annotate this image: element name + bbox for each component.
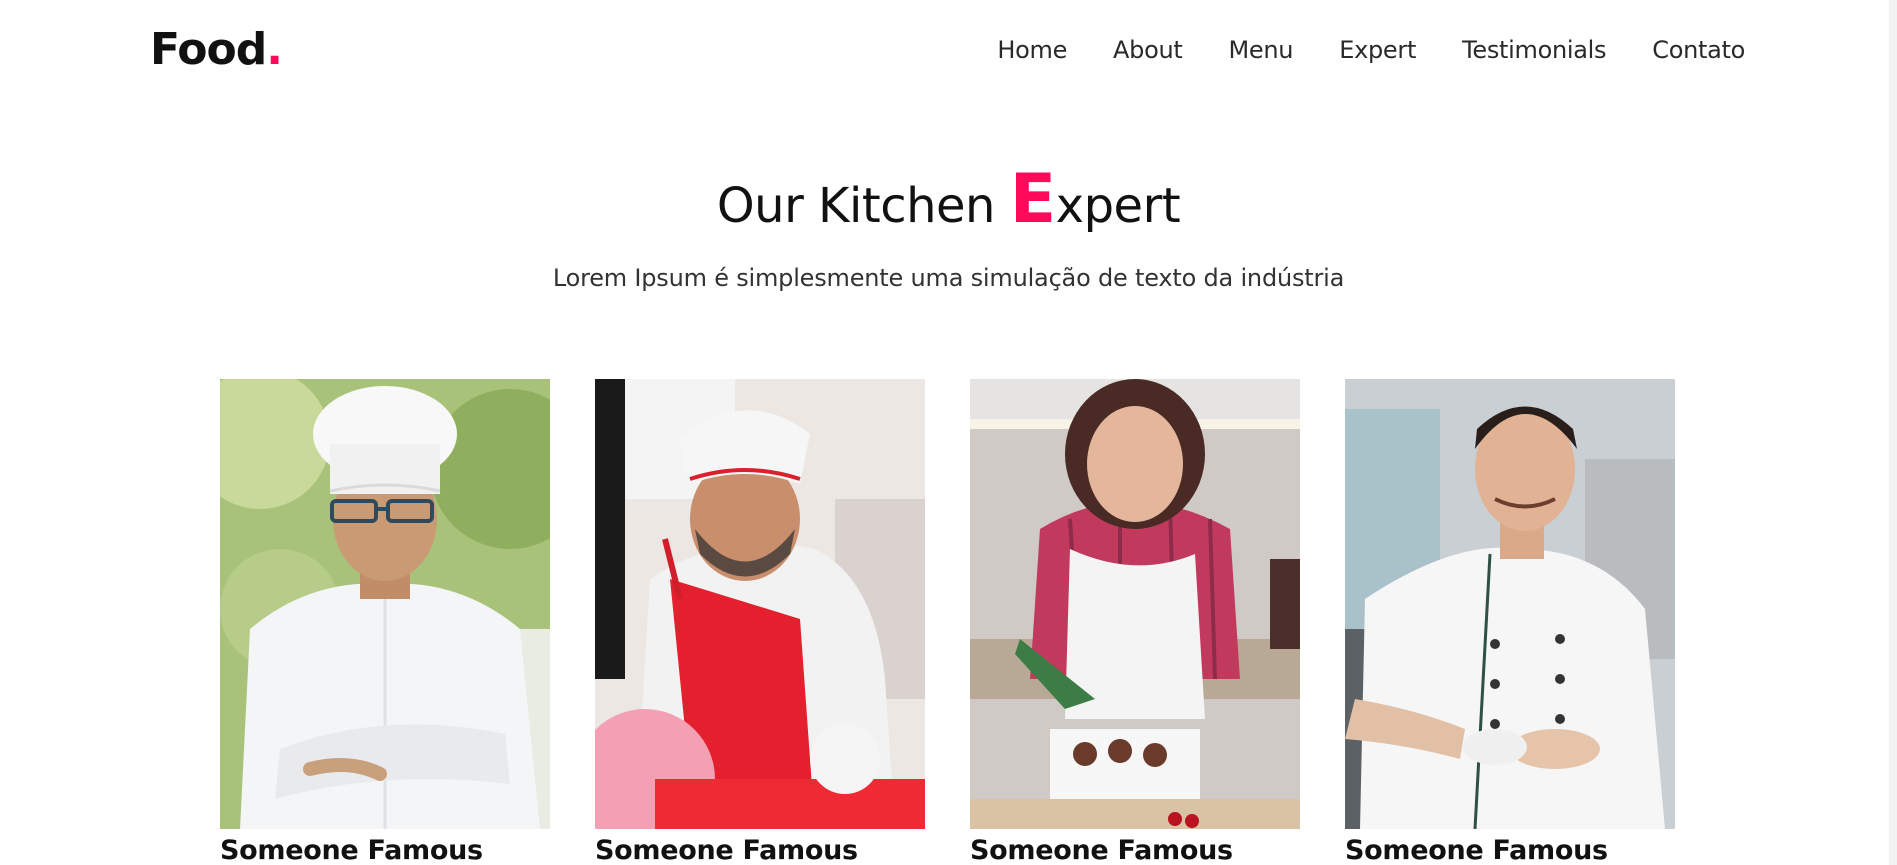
section-subtitle: Lorem Ipsum é simplesmente uma simulação…: [552, 264, 1345, 292]
expert-card[interactable]: Someone Famous: [1345, 379, 1675, 865]
expert-name: Someone Famous: [595, 835, 858, 865]
expert-card[interactable]: Someone Famous: [220, 379, 550, 865]
expert-cards: Someone Famous Someone Famous Someone Fa…: [220, 379, 1675, 865]
expert-photo-1: [220, 379, 550, 829]
expert-photo-4: [1345, 379, 1675, 829]
section-title: Our Kitchen Expert: [0, 165, 1897, 241]
main-nav: Home About Menu Expert Testimonials Cont…: [997, 30, 1745, 70]
nav-link-about[interactable]: About: [1113, 30, 1183, 70]
expert-photo-3: [970, 379, 1300, 829]
expert-card[interactable]: Someone Famous: [595, 379, 925, 865]
brand-logo[interactable]: Food.: [150, 20, 283, 80]
brand-dot: .: [266, 24, 283, 75]
expert-name: Someone Famous: [1345, 835, 1608, 865]
expert-name: Someone Famous: [970, 835, 1233, 865]
title-highlight-letter: E: [1009, 160, 1056, 239]
chef-photo-white-hat-glasses: [220, 379, 550, 829]
nav-link-contato[interactable]: Contato: [1652, 30, 1745, 70]
title-suffix: xpert: [1055, 178, 1181, 234]
expert-photo-2: [595, 379, 925, 829]
chef-photo-red-apron: [595, 379, 925, 829]
nav-link-home[interactable]: Home: [997, 30, 1067, 70]
title-prefix: Our Kitchen: [716, 178, 1010, 234]
brand-name: Food: [150, 24, 267, 75]
nav-link-expert[interactable]: Expert: [1339, 30, 1416, 70]
site-header: Food. Home About Menu Expert Testimonial…: [0, 0, 1897, 100]
chef-photo-coffee-cup: [1345, 379, 1675, 829]
expert-name: Someone Famous: [220, 835, 483, 865]
baker-photo-woman-piping-bag: [970, 379, 1300, 829]
nav-link-menu[interactable]: Menu: [1229, 30, 1294, 70]
page-scrollbar[interactable]: [1889, 0, 1897, 865]
expert-card[interactable]: Someone Famous: [970, 379, 1300, 865]
nav-link-testimonials[interactable]: Testimonials: [1462, 30, 1606, 70]
